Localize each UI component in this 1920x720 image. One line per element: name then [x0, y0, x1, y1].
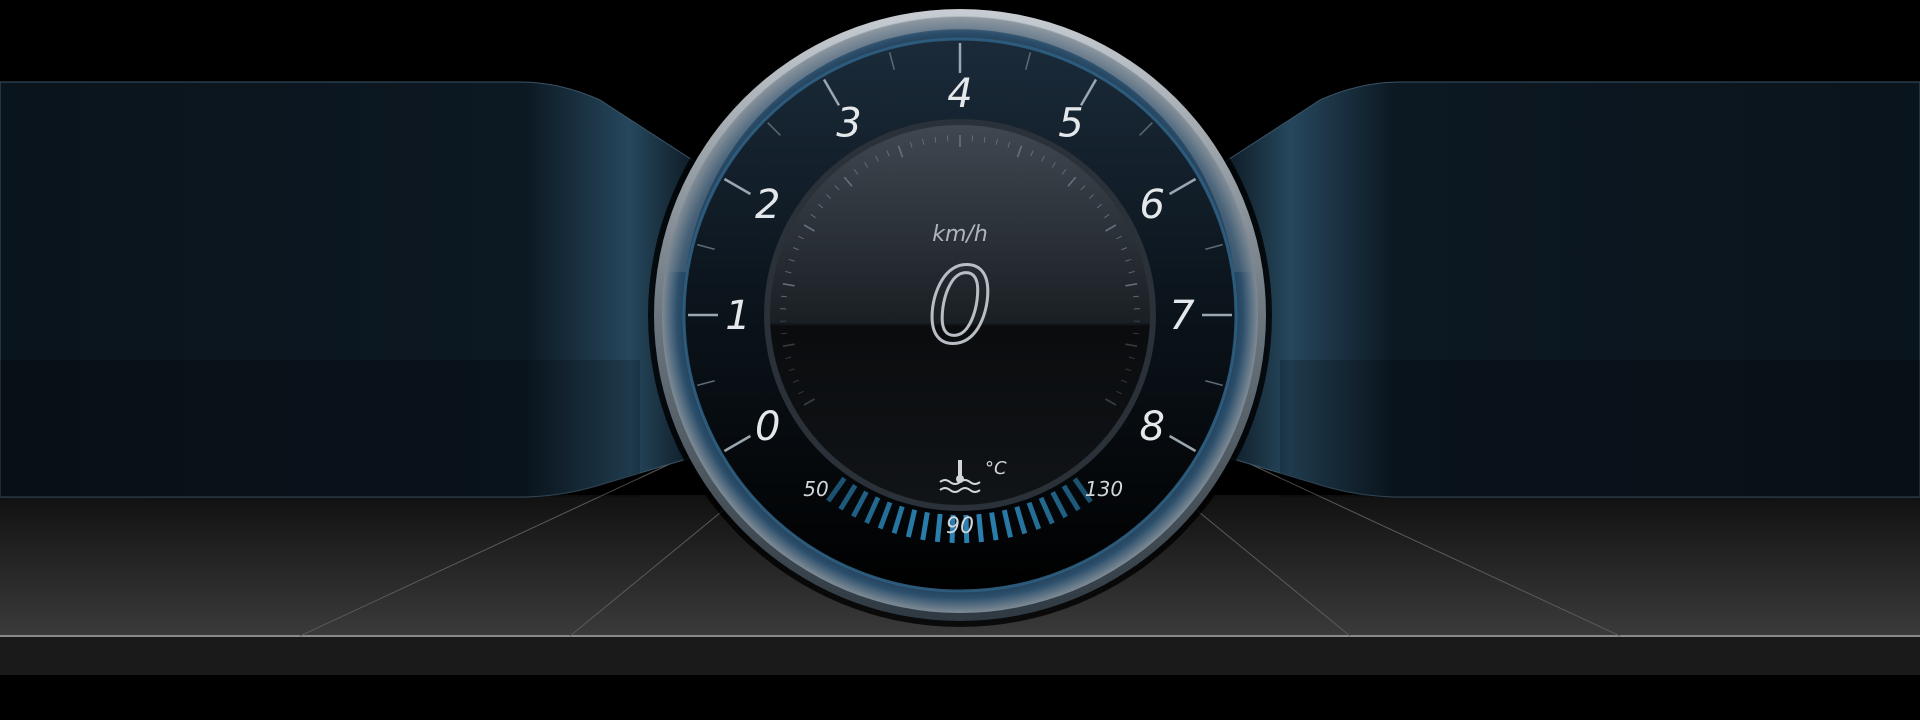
speed-scale-tick — [780, 295, 788, 298]
main-gauge: 0 1 2 3 4 5 6 7 8 km/h 0 °C 50 90 130 — [648, 3, 1272, 627]
coolant-unit-label: °C — [985, 458, 1007, 479]
coolant-bar-segment — [976, 513, 984, 543]
instrument-cluster: 0 1 2 3 4 5 6 7 8 km/h 0 °C 50 90 130 — [0, 0, 1920, 720]
tach-label-6: 6 — [1140, 182, 1165, 228]
speed-readout: 0 — [927, 245, 993, 367]
coolant-max-label: 130 — [1085, 477, 1123, 501]
speed-scale-tick — [780, 332, 788, 335]
tach-label-4: 4 — [947, 71, 972, 117]
tach-label-5: 5 — [1058, 101, 1083, 147]
speed-scale-tick — [1132, 295, 1140, 298]
speed-scale-tick — [1132, 332, 1140, 335]
tach-label-2: 2 — [755, 182, 780, 228]
thermometer-stem-icon — [958, 460, 962, 476]
coolant-mid-label: 90 — [946, 514, 974, 539]
coolant-min-label: 50 — [803, 477, 828, 501]
speed-unit-label: km/h — [932, 222, 988, 247]
right-panel-lower-shade — [1280, 360, 1920, 497]
tach-label-7: 7 — [1169, 293, 1195, 339]
tach-label-3: 3 — [836, 101, 861, 147]
tach-label-8: 8 — [1140, 404, 1165, 450]
coolant-bar-segment — [934, 513, 943, 543]
floor-edge — [0, 635, 1920, 675]
tach-label-0: 0 — [755, 404, 780, 450]
left-panel-lower-shade — [0, 360, 640, 497]
tach-label-1: 1 — [725, 293, 750, 339]
